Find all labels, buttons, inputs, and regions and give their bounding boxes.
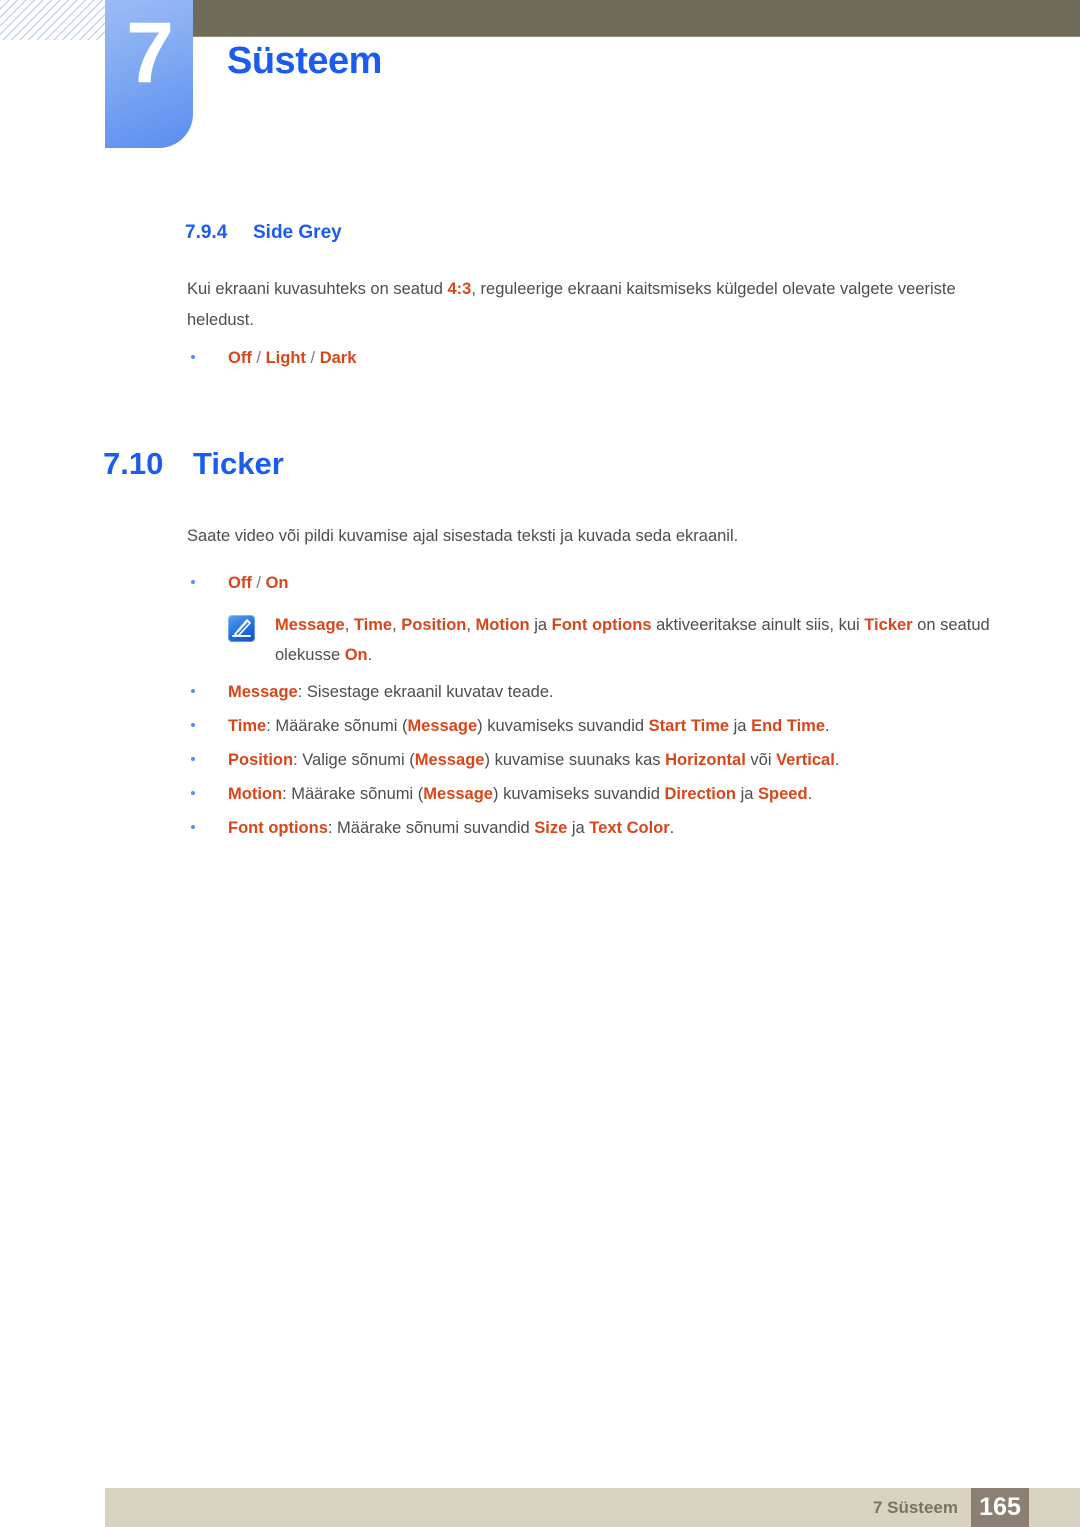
note-pen-icon <box>228 615 255 642</box>
bullet-position-keyword-vertical: Vertical <box>776 751 835 769</box>
option-separator-1: / <box>251 574 266 592</box>
header-olive-bar <box>192 0 1080 37</box>
bullet-message: Message: Sisestage ekraanil kuvatav tead… <box>187 679 1007 706</box>
bullet-dot-icon <box>191 825 195 829</box>
bullet-font-options-text-2: ja <box>567 819 590 837</box>
bullet-font-options-text-1: : Määrake sõnumi suvandid <box>327 819 535 837</box>
bullet-time-text-4: . <box>825 717 830 735</box>
bullet-position-text-1: : Valige sõnumi ( <box>293 751 415 769</box>
bullet-font-options-text: Font options: Määrake sõnumi suvandid Si… <box>228 815 1007 842</box>
note-keyword-message: Message <box>275 616 345 634</box>
note-keyword-on: On <box>344 646 368 664</box>
bullet-position-keyword-horizontal: Horizontal <box>665 751 746 769</box>
note-text-5: aktiveeritakse ainult siis, kui <box>651 616 865 634</box>
paragraph-ticker: Saate video või pildi kuvamise ajal sise… <box>187 527 739 545</box>
option-on: On <box>265 574 289 592</box>
paragraph-side-grey: Kui ekraani kuvasuhteks on seatud 4:3, r… <box>187 274 1001 336</box>
note-text-3: , <box>466 616 476 634</box>
bullet-position: Position: Valige sõnumi (Message) kuvami… <box>187 747 1007 774</box>
note-callout: Message, Time, Position, Motion ja Font … <box>228 610 1008 670</box>
note-text: Message, Time, Position, Motion ja Font … <box>275 610 1008 670</box>
bullet-message-text: Message: Sisestage ekraanil kuvatav tead… <box>228 679 1007 706</box>
bullet-position-keyword-message: Message <box>414 751 485 769</box>
bullet-position-text-2: ) kuvamise suunaks kas <box>484 751 666 769</box>
option-separator-1: / <box>251 349 266 367</box>
note-text-7: . <box>367 646 373 664</box>
bullet-time-text-1: : Määrake sõnumi ( <box>266 717 408 735</box>
bullet-ticker-options-text: Off / On <box>228 570 1007 597</box>
option-separator-2: / <box>305 349 320 367</box>
bullet-message-keyword: Message <box>228 683 298 701</box>
bullet-motion-text-3: ja <box>736 785 759 803</box>
note-keyword-ticker: Ticker <box>864 616 913 634</box>
bullet-motion-keyword-speed: Speed <box>758 785 808 803</box>
bullet-font-options-keyword-size: Size <box>534 819 568 837</box>
bullet-time-keyword-end: End Time <box>751 717 826 735</box>
option-light: Light <box>265 349 306 367</box>
page-number-badge: 165 <box>971 1488 1029 1527</box>
bullet-font-options-text-3: . <box>669 819 675 837</box>
chapter-number-tab: 7 <box>105 0 193 148</box>
bullet-position-text-4: . <box>834 751 840 769</box>
note-keyword-font-options: Font options <box>551 616 652 634</box>
heading-side-grey-title: Side Grey <box>253 222 342 243</box>
bullet-time-keyword-message: Message <box>407 717 478 735</box>
bullet-motion-text-2: ) kuvamiseks suvandid <box>493 785 665 803</box>
heading-side-grey-number: 7.9.4 <box>185 222 228 243</box>
heading-ticker-number: 7.10 <box>103 446 164 481</box>
bullet-ticker-options: Off / On <box>187 570 1007 597</box>
footer-chapter-label: 7 Süsteem <box>872 1498 958 1517</box>
bullet-position-text: Position: Valige sõnumi (Message) kuvami… <box>228 747 1007 774</box>
heading-ticker: 7.10 Ticker <box>103 446 284 482</box>
chapter-title: Süsteem <box>227 40 382 82</box>
bullet-dot-icon <box>191 757 195 761</box>
bullet-time-text-3: ja <box>729 717 752 735</box>
heading-ticker-title: Ticker <box>193 446 284 481</box>
bullet-side-grey-options: Off / Light / Dark <box>187 345 1007 372</box>
bullet-motion-text-1: : Määrake sõnumi ( <box>282 785 424 803</box>
bullet-font-options: Font options: Määrake sõnumi suvandid Si… <box>187 815 1007 842</box>
note-keyword-position: Position <box>401 616 467 634</box>
option-dark: Dark <box>319 349 357 367</box>
bullet-time-keyword-start: Start Time <box>648 717 730 735</box>
bullet-motion-text: Motion: Määrake sõnumi (Message) kuvamis… <box>228 781 1007 808</box>
bullet-time-text-2: ) kuvamiseks suvandid <box>477 717 649 735</box>
heading-side-grey: 7.9.4 Side Grey <box>185 222 342 244</box>
bullet-position-keyword: Position <box>228 751 294 769</box>
option-off: Off <box>228 349 252 367</box>
bullet-dot-icon <box>191 791 195 795</box>
bullet-side-grey-options-text: Off / Light / Dark <box>228 345 1007 372</box>
bullet-dot-icon <box>191 355 195 359</box>
side-grey-keyword-ratio: 4:3 <box>447 280 472 298</box>
note-text-2: , <box>392 616 402 634</box>
bullet-dot-icon <box>191 723 195 727</box>
note-text-1: , <box>344 616 354 634</box>
bullet-position-text-3: või <box>745 751 777 769</box>
bullet-motion: Motion: Määrake sõnumi (Message) kuvamis… <box>187 781 1007 808</box>
bullet-motion-keyword-direction: Direction <box>664 785 737 803</box>
side-grey-text-1: Kui ekraani kuvasuhteks on seatud <box>187 280 448 298</box>
bullet-font-options-keyword-text-color: Text Color <box>589 819 670 837</box>
bullet-time-text: Time: Määrake sõnumi (Message) kuvamisek… <box>228 713 1007 740</box>
option-off: Off <box>228 574 252 592</box>
bullet-motion-text-4: . <box>807 785 813 803</box>
bullet-time: Time: Määrake sõnumi (Message) kuvamisek… <box>187 713 1007 740</box>
note-keyword-time: Time <box>353 616 393 634</box>
note-text-4: ja <box>529 616 552 634</box>
bullet-message-desc: : Sisestage ekraanil kuvatav teade. <box>297 683 554 701</box>
bullet-font-options-keyword: Font options <box>228 819 328 837</box>
bullet-time-keyword: Time <box>228 717 267 735</box>
bullet-motion-keyword-message: Message <box>423 785 493 803</box>
note-keyword-motion: Motion <box>475 616 530 634</box>
chapter-number: 7 <box>126 5 174 101</box>
bullet-dot-icon <box>191 689 195 693</box>
bullet-dot-icon <box>191 580 195 584</box>
corner-hatch-pattern <box>0 0 106 40</box>
bullet-motion-keyword: Motion <box>228 785 283 803</box>
